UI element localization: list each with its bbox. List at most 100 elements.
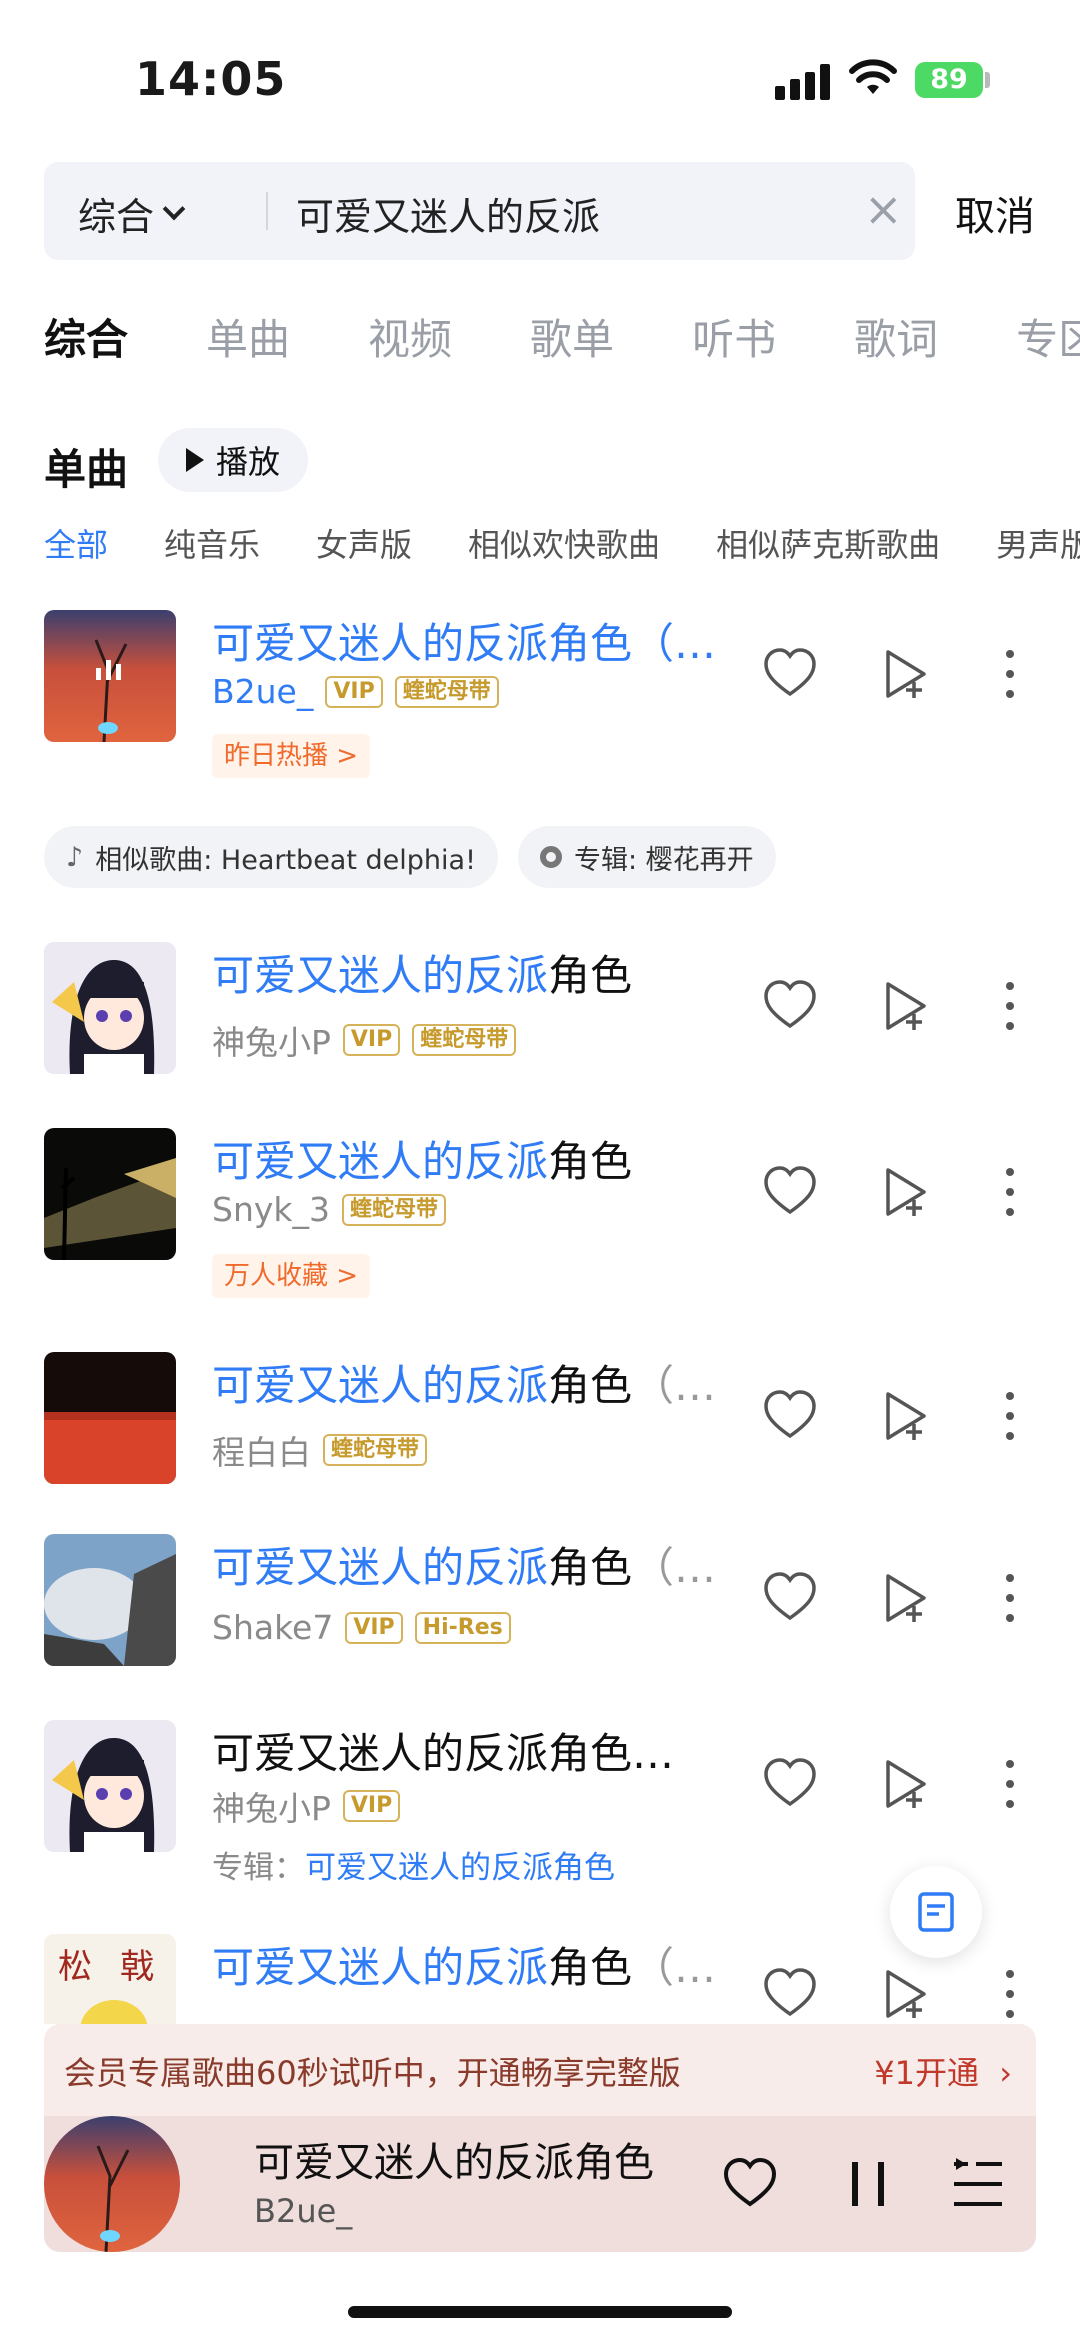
song-row[interactable]: 可爱又迷人的反派角色（… Shake7 VIP Hi-Res bbox=[0, 1534, 1080, 1674]
song-cover bbox=[44, 942, 176, 1074]
more-icon[interactable] bbox=[990, 644, 1050, 704]
vip-trial-banner[interactable]: 会员专属歌曲60秒试听中，开通畅享完整版 ¥1开通 › bbox=[44, 2024, 1036, 2116]
player-cover[interactable] bbox=[44, 2116, 180, 2252]
heart-icon[interactable] bbox=[760, 1964, 820, 2024]
filter-pure-music[interactable]: 纯音乐 bbox=[164, 520, 260, 566]
tab-single[interactable]: 单曲 bbox=[206, 306, 290, 366]
play-next-icon[interactable] bbox=[876, 976, 936, 1036]
mini-player[interactable]: 可爱又迷人的反派角色 B2ue_ bbox=[44, 2116, 1036, 2252]
tab-comprehensive[interactable]: 综合 bbox=[44, 306, 128, 366]
divider bbox=[266, 192, 268, 230]
song-title: 可爱又迷人的反派角色（… bbox=[212, 1361, 717, 1410]
more-icon[interactable] bbox=[990, 1162, 1050, 1222]
play-next-icon[interactable] bbox=[876, 1162, 936, 1222]
heart-icon[interactable] bbox=[760, 1162, 820, 1222]
heart-icon[interactable] bbox=[760, 644, 820, 704]
battery-icon: 89 bbox=[915, 62, 983, 98]
song-row[interactable]: 可爱又迷人的反派角色（… B2ue_ VIP 蝰蛇母带 昨日热播 > bbox=[0, 610, 1080, 780]
tab-video[interactable]: 视频 bbox=[368, 306, 452, 366]
album-chip[interactable]: 专辑: 樱花再开 bbox=[518, 826, 776, 888]
filter-similar-sax[interactable]: 相似萨克斯歌曲 bbox=[716, 520, 940, 566]
svg-text:松: 松 bbox=[58, 1947, 92, 1987]
heart-icon[interactable] bbox=[760, 976, 820, 1036]
more-icon[interactable] bbox=[990, 1754, 1050, 1814]
filter-female-version[interactable]: 女声版 bbox=[316, 520, 412, 566]
result-tabs: 综合 单曲 视频 歌单 听书 歌词 专区 bbox=[44, 306, 1080, 366]
pause-icon[interactable] bbox=[838, 2154, 898, 2214]
edit-list-icon bbox=[918, 1892, 954, 1932]
play-next-icon[interactable] bbox=[876, 1386, 936, 1446]
song-title: 可爱又迷人的反派角色（… bbox=[212, 619, 717, 668]
player-artist: B2ue_ bbox=[254, 2192, 353, 2230]
song-artist[interactable]: Snyk_3 bbox=[212, 1190, 330, 1229]
search-scope-label: 综合 bbox=[78, 195, 155, 239]
signal-icon bbox=[775, 62, 831, 100]
filter-bar: 全部 纯音乐 女声版 相似欢快歌曲 相似萨克斯歌曲 男声版 bbox=[44, 520, 1080, 566]
vip-trial-text: 会员专属歌曲60秒试听中，开通畅享完整版 bbox=[64, 2054, 681, 2092]
quality-badge: 蝰蛇母带 bbox=[323, 1434, 428, 1466]
song-row[interactable]: 可爱又迷人的反派角色 神兔小P VIP 蝰蛇母带 bbox=[0, 942, 1080, 1082]
more-icon[interactable] bbox=[990, 1386, 1050, 1446]
song-artist[interactable]: 程白白 bbox=[212, 1426, 311, 1474]
song-artist[interactable]: Shake7 bbox=[212, 1608, 333, 1647]
vip-badge: VIP bbox=[345, 1611, 403, 1644]
heart-icon[interactable] bbox=[760, 1754, 820, 1814]
song-artist[interactable]: B2ue_ bbox=[212, 672, 313, 711]
hot-tag[interactable]: 昨日热播 > bbox=[212, 734, 371, 778]
play-all-button[interactable]: 播放 bbox=[158, 428, 309, 492]
similar-songs-chip[interactable]: ♪ 相似歌曲: Heartbeat delphia! bbox=[44, 826, 498, 888]
search-input[interactable]: 可爱又迷人的反派 bbox=[296, 186, 600, 241]
heart-icon[interactable] bbox=[760, 1568, 820, 1628]
filter-male-version[interactable]: 男声版 bbox=[996, 520, 1080, 566]
song-meta: Snyk_3 蝰蛇母带 bbox=[212, 1190, 447, 1229]
album-line[interactable]: 专辑：可爱又迷人的反派角色 bbox=[212, 1842, 615, 1887]
vip-badge: VIP bbox=[325, 675, 383, 708]
play-next-icon[interactable] bbox=[876, 1754, 936, 1814]
more-icon[interactable] bbox=[990, 1568, 1050, 1628]
search-box[interactable]: 综合 可爱又迷人的反派 × bbox=[44, 162, 915, 260]
floating-edit-button[interactable] bbox=[890, 1866, 982, 1958]
filter-all[interactable]: 全部 bbox=[44, 520, 108, 566]
song-meta: 神兔小P VIP bbox=[212, 1782, 401, 1830]
play-next-icon[interactable] bbox=[876, 1568, 936, 1628]
song-title: 可爱又迷人的反派角色 bbox=[212, 951, 633, 1000]
heart-icon[interactable] bbox=[760, 1386, 820, 1446]
playlist-icon[interactable] bbox=[948, 2154, 1008, 2214]
quality-badge: 蝰蛇母带 bbox=[394, 675, 499, 708]
similar-songs-label: 相似歌曲: Heartbeat delphia! bbox=[95, 844, 476, 876]
song-title: 可爱又迷人的反派角色… bbox=[212, 1729, 675, 1778]
music-note-icon: ♪ bbox=[66, 841, 84, 873]
favorites-tag[interactable]: 万人收藏 > bbox=[212, 1254, 371, 1298]
song-title: 可爱又迷人的反派角色（… bbox=[212, 1943, 717, 1992]
album-label: 专辑: 樱花再开 bbox=[574, 844, 754, 876]
tab-playlist[interactable]: 歌单 bbox=[530, 306, 614, 366]
song-cover bbox=[44, 1352, 176, 1484]
tab-audiobook[interactable]: 听书 bbox=[692, 306, 776, 366]
tab-zone[interactable]: 专区 bbox=[1016, 306, 1080, 366]
more-icon[interactable] bbox=[990, 976, 1050, 1036]
song-row[interactable]: 可爱又迷人的反派角色 Snyk_3 蝰蛇母带 万人收藏 > bbox=[0, 1128, 1080, 1318]
play-icon bbox=[186, 448, 204, 472]
section-title: 单曲 bbox=[44, 445, 129, 494]
song-meta: Shake7 VIP Hi-Res bbox=[212, 1608, 511, 1647]
song-row[interactable]: 可爱又迷人的反派角色… 神兔小P VIP 专辑：可爱又迷人的反派角色 bbox=[0, 1720, 1080, 1890]
heart-icon[interactable] bbox=[720, 2154, 780, 2214]
song-row[interactable]: 可爱又迷人的反派角色（… 程白白 蝰蛇母带 bbox=[0, 1352, 1080, 1492]
more-icon[interactable] bbox=[990, 1964, 1050, 2024]
play-next-icon[interactable] bbox=[876, 1964, 936, 2024]
status-time: 14:05 bbox=[135, 52, 287, 106]
hires-badge: Hi-Res bbox=[414, 1611, 511, 1644]
song-meta: 程白白 蝰蛇母带 bbox=[212, 1426, 428, 1474]
cancel-button[interactable]: 取消 bbox=[955, 184, 1035, 242]
clear-icon[interactable]: × bbox=[864, 184, 903, 234]
player-title: 可爱又迷人的反派角色 bbox=[254, 2140, 654, 2186]
tab-lyrics[interactable]: 歌词 bbox=[854, 306, 938, 366]
vip-open-button[interactable]: ¥1开通 › bbox=[874, 2048, 1012, 2094]
search-scope-dropdown[interactable]: 综合 bbox=[78, 186, 186, 241]
song-artist[interactable]: 神兔小P bbox=[212, 1782, 331, 1830]
filter-similar-happy[interactable]: 相似欢快歌曲 bbox=[468, 520, 660, 566]
quality-badge: 蝰蛇母带 bbox=[342, 1193, 447, 1226]
play-next-icon[interactable] bbox=[876, 644, 936, 704]
song-artist[interactable]: 神兔小P bbox=[212, 1016, 331, 1064]
disc-icon bbox=[540, 846, 562, 868]
